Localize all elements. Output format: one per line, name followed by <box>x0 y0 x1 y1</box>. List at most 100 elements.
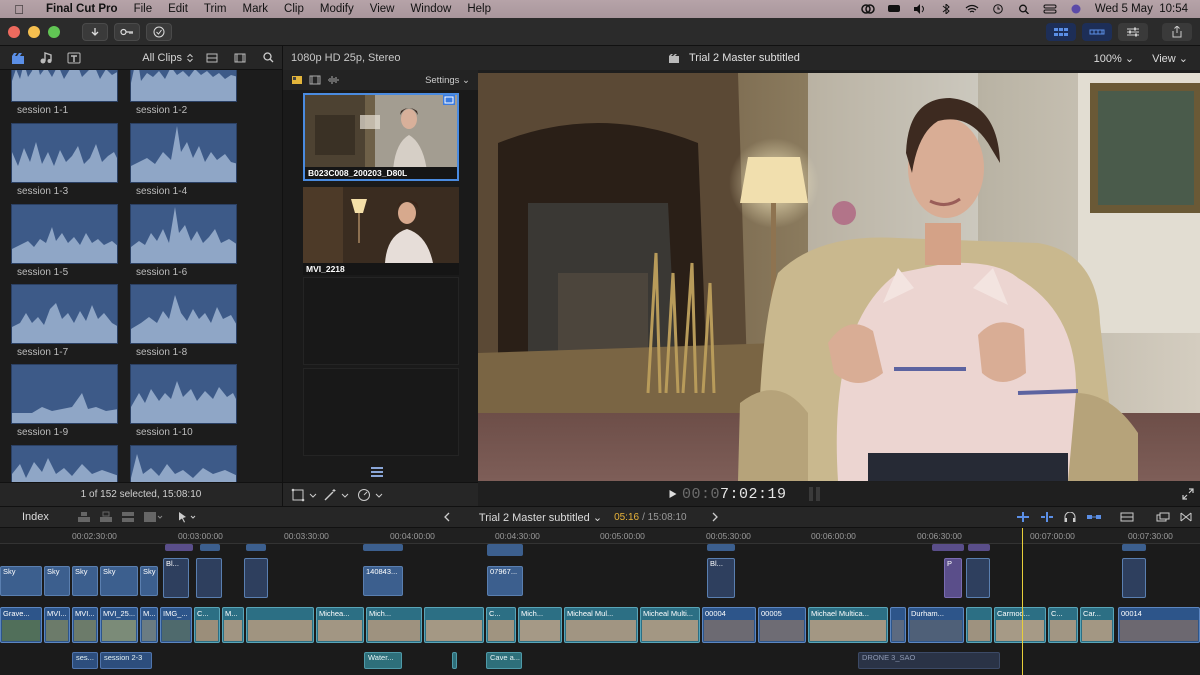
lower-connected-clip[interactable] <box>452 652 457 669</box>
angle-bank-icon[interactable] <box>371 466 383 478</box>
transitions-browser-icon[interactable] <box>1180 512 1192 522</box>
primary-clip[interactable]: 00005 <box>758 607 806 643</box>
primary-clip[interactable]: 00014 <box>1118 607 1200 643</box>
wifi-icon[interactable] <box>965 4 979 14</box>
timeline-tracks[interactable]: Sky Sky Sky Sky Sky Bl... 140843... 0796… <box>0 544 1200 675</box>
bluetooth-icon[interactable] <box>939 4 953 14</box>
multicam-clip[interactable] <box>424 607 484 643</box>
libraries-button[interactable] <box>8 50 28 66</box>
angle-2[interactable]: MVI_2218 <box>303 187 459 275</box>
clip-thumbnail[interactable]: session 1-2 <box>130 70 237 116</box>
timeline-project-dropdown[interactable]: Trial 2 Master subtitled ⌄ <box>479 511 602 524</box>
primary-clip[interactable]: IMG_... <box>160 607 192 643</box>
timecode-display[interactable]: 00:07:02:19 <box>682 486 787 503</box>
play-icon[interactable] <box>668 489 678 499</box>
connected-clip[interactable] <box>244 558 268 598</box>
previous-item-chevron-icon[interactable] <box>443 512 451 522</box>
primary-clip[interactable]: MVI_25... <box>100 607 138 643</box>
close-window-button[interactable] <box>8 25 20 38</box>
clock-icon[interactable] <box>991 4 1005 14</box>
connected-clip[interactable]: Sky <box>72 566 98 596</box>
multicam-clip[interactable]: Michea... <box>316 607 364 643</box>
minimize-window-button[interactable] <box>28 25 40 38</box>
connected-clip-bar[interactable] <box>200 544 220 551</box>
connected-clip[interactable] <box>196 558 222 598</box>
snapping-icon[interactable] <box>1086 512 1102 522</box>
skimming-icon[interactable] <box>1016 512 1030 522</box>
insert-edit-icon[interactable] <box>99 511 113 523</box>
import-button[interactable] <box>82 22 108 41</box>
multicam-clip[interactable] <box>966 607 992 643</box>
show-browser-button[interactable] <box>1046 22 1076 41</box>
connected-clip[interactable]: Bl... <box>707 558 735 598</box>
transform-crop-icon[interactable] <box>291 488 321 502</box>
browser-clip-grid[interactable]: session 1-1 session 1-2 session 1-3 sess… <box>0 70 282 482</box>
select-tool-icon[interactable] <box>177 511 199 523</box>
multicam-clip[interactable] <box>246 607 314 643</box>
clip-thumbnail[interactable]: session 1-3 <box>11 123 118 197</box>
menu-trim[interactable]: Trim <box>196 3 235 15</box>
menu-modify[interactable]: Modify <box>312 3 362 15</box>
connected-clip-bar[interactable] <box>363 544 403 551</box>
primary-clip[interactable] <box>890 607 906 643</box>
clip-thumbnail[interactable]: session 1-1 <box>11 70 118 116</box>
primary-clip[interactable]: 00004 <box>702 607 756 643</box>
connected-clip[interactable] <box>966 558 990 598</box>
audio-only-switch-icon[interactable] <box>327 75 341 85</box>
clip-thumbnail[interactable] <box>130 445 237 482</box>
multicam-clip[interactable]: Mich... <box>366 607 422 643</box>
next-item-chevron-icon[interactable] <box>711 512 719 522</box>
primary-clip[interactable]: Grave... <box>0 607 42 643</box>
messages-icon[interactable] <box>887 4 901 14</box>
lower-connected-clip[interactable]: Water... <box>364 652 402 669</box>
clip-thumbnail[interactable]: session 1-6 <box>130 204 237 278</box>
volume-icon[interactable] <box>913 4 927 14</box>
video-viewer[interactable] <box>478 73 1200 481</box>
share-button[interactable] <box>1162 22 1192 41</box>
append-edit-icon[interactable] <box>77 511 91 523</box>
menu-window[interactable]: Window <box>402 3 459 15</box>
titles-generators-button[interactable] <box>64 50 84 66</box>
video-only-switch-icon[interactable] <box>309 75 321 85</box>
background-tasks-button[interactable] <box>146 22 172 41</box>
apple-menu-icon[interactable]:  <box>0 2 38 17</box>
connected-title-bar[interactable] <box>932 544 964 551</box>
lower-connected-clip[interactable]: Cave a... <box>486 652 522 669</box>
multicam-clip[interactable]: C... <box>486 607 516 643</box>
connected-clip-bar[interactable] <box>707 544 735 551</box>
multicam-clip[interactable]: Mich... <box>518 607 562 643</box>
connected-clip[interactable] <box>1122 558 1146 598</box>
timeline-index-button[interactable]: Index <box>22 511 49 523</box>
menubar-clock[interactable]: Wed 5 May 10:54 <box>1095 3 1188 15</box>
primary-clip[interactable]: MVI... <box>44 607 70 643</box>
multicam-clip[interactable]: Micheal Multi... <box>640 607 700 643</box>
clip-thumbnail[interactable]: session 1-4 <box>130 123 237 197</box>
menu-mark[interactable]: Mark <box>234 3 276 15</box>
video-audio-switch-icon[interactable] <box>291 75 303 85</box>
multicam-clip[interactable]: C... <box>194 607 220 643</box>
connected-clip[interactable]: Sky <box>100 566 138 596</box>
lower-connected-clip[interactable]: DRONE 3_SAO <box>858 652 1000 669</box>
clip-thumbnail[interactable] <box>11 445 118 482</box>
playhead[interactable] <box>1022 528 1023 675</box>
app-menu[interactable]: Final Cut Pro <box>38 3 126 15</box>
connected-title-bar[interactable] <box>968 544 990 551</box>
audio-meters-icon[interactable] <box>807 486 823 502</box>
connected-clip-bar[interactable] <box>487 544 523 556</box>
show-timeline-button[interactable] <box>1082 22 1112 41</box>
menu-edit[interactable]: Edit <box>160 3 196 15</box>
creative-cloud-icon[interactable] <box>861 4 875 14</box>
connected-clip[interactable]: Sky <box>140 566 158 596</box>
multicam-clip[interactable]: Michael Multica... <box>808 607 888 643</box>
connected-clip[interactable]: Sky <box>44 566 70 596</box>
angle-1[interactable]: B023C008_200203_D80L <box>303 93 459 181</box>
speed-retime-icon[interactable] <box>357 488 387 502</box>
clip-thumbnail[interactable]: session 1-5 <box>11 204 118 278</box>
connect-edit-icon[interactable] <box>121 511 135 523</box>
audio-skimming-icon[interactable] <box>1040 512 1054 522</box>
connected-clip[interactable]: 07967... <box>487 566 523 596</box>
lower-connected-clip[interactable]: ses... <box>72 652 98 669</box>
connected-title-bar[interactable] <box>165 544 193 551</box>
primary-clip[interactable]: MVI... <box>72 607 98 643</box>
view-dropdown[interactable]: View ⌄ <box>1152 52 1188 65</box>
